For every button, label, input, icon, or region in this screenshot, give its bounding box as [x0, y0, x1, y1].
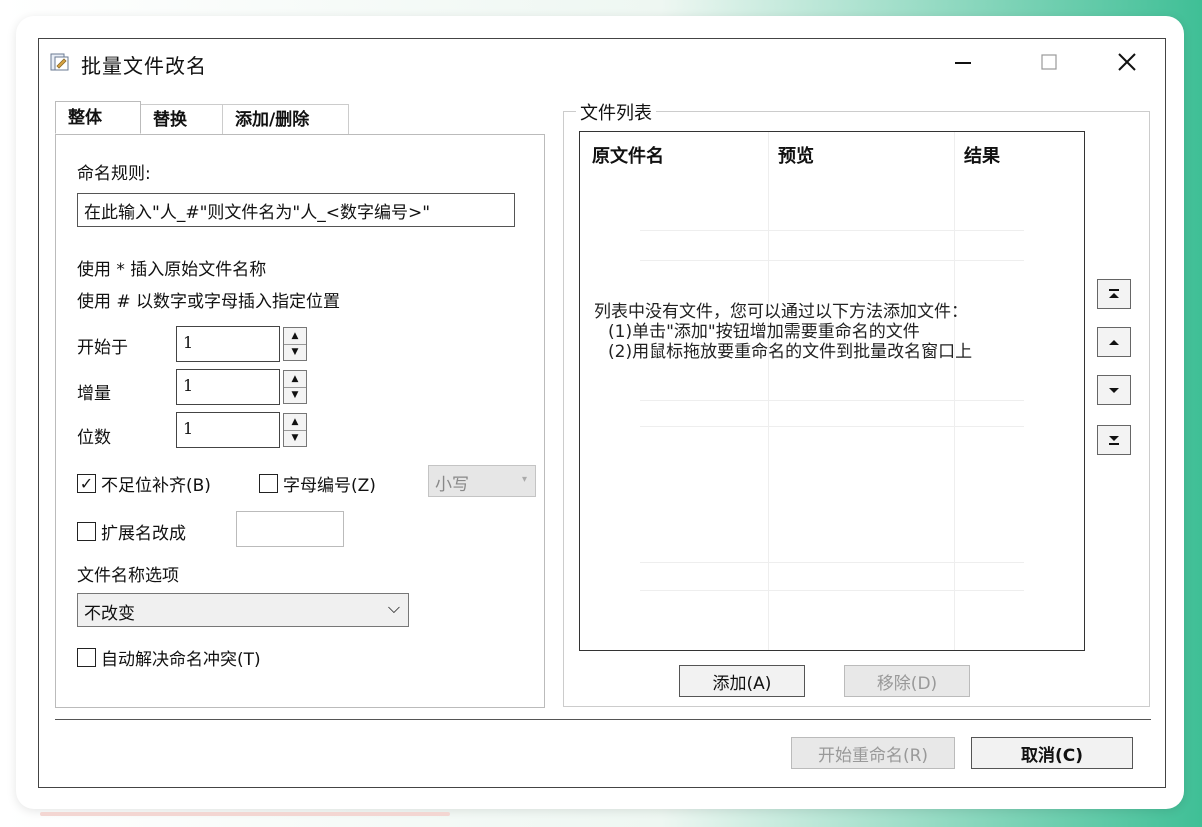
- column-header-result[interactable]: 结果: [964, 142, 1000, 168]
- row-gridline: [640, 590, 1024, 591]
- move-up-icon: [1109, 340, 1119, 345]
- chevron-down-icon: ▾: [521, 474, 527, 485]
- spin-up-icon[interactable]: ▲: [284, 328, 306, 345]
- move-down-icon: [1109, 388, 1119, 393]
- column-header-original-name[interactable]: 原文件名: [592, 142, 664, 168]
- empty-message-line: (1)单击"添加"按钮增加需要重命名的文件: [608, 322, 920, 342]
- title-bar[interactable]: 批量文件改名: [39, 39, 1165, 85]
- app-icon: [50, 53, 69, 71]
- checkbox-unchecked-icon: [77, 648, 96, 667]
- filename-option-value: 不改变: [84, 604, 135, 624]
- letter-case-combo: 小写 ▾: [428, 465, 536, 497]
- empty-message-line: (2)用鼠标拖放要重命名的文件到批量改名窗口上: [608, 342, 973, 362]
- start-label: 开始于: [77, 338, 128, 358]
- letter-numbering-checkbox[interactable]: 字母编号(Z): [259, 471, 376, 496]
- letter-case-value: 小写: [435, 475, 469, 495]
- batch-rename-dialog: 批量文件改名 整体 替换 添加/删除 命名规则: 在此输入"人_#"则文件名为"…: [38, 38, 1166, 788]
- step-input[interactable]: 1: [176, 369, 280, 405]
- column-header-preview[interactable]: 预览: [778, 142, 814, 168]
- start-input[interactable]: 1: [176, 326, 280, 362]
- move-down-button[interactable]: [1097, 375, 1131, 405]
- row-gridline: [640, 400, 1024, 401]
- pad-zeros-label: 不足位补齐(B): [101, 476, 211, 496]
- naming-rule-input[interactable]: 在此输入"人_#"则文件名为"人_<数字编号>": [77, 193, 515, 227]
- change-extension-label: 扩展名改成: [101, 524, 186, 544]
- add-button[interactable]: 添加(A): [679, 665, 805, 697]
- move-up-button[interactable]: [1097, 327, 1131, 357]
- cancel-button[interactable]: 取消(C): [971, 737, 1133, 769]
- digits-stepper[interactable]: ▲ ▼: [283, 413, 307, 447]
- footer-separator: [55, 719, 1151, 720]
- decorative-accent-bar: [40, 812, 450, 816]
- spin-down-icon[interactable]: ▼: [284, 344, 306, 360]
- maximize-icon: [1041, 54, 1057, 70]
- auto-resolve-label: 自动解决命名冲突(T): [101, 650, 261, 670]
- move-to-top-button[interactable]: [1097, 279, 1131, 309]
- checkbox-unchecked-icon: [77, 522, 96, 541]
- close-icon: [1118, 53, 1136, 71]
- start-rename-button: 开始重命名(R): [791, 737, 955, 769]
- digits-input[interactable]: 1: [176, 412, 280, 448]
- column-divider: [954, 132, 955, 650]
- change-extension-checkbox[interactable]: 扩展名改成: [77, 519, 186, 544]
- tab-replace[interactable]: 替换: [141, 104, 223, 134]
- naming-rule-label: 命名规则:: [77, 164, 151, 184]
- minimize-icon: [955, 62, 971, 64]
- empty-message-line: 列表中没有文件，您可以通过以下方法添加文件：: [594, 302, 968, 322]
- checkbox-checked-icon: ✓: [77, 474, 96, 493]
- spin-up-icon[interactable]: ▲: [284, 414, 306, 431]
- tab-overall[interactable]: 整体: [55, 101, 141, 134]
- window-title: 批量文件改名: [81, 54, 207, 78]
- spin-up-icon[interactable]: ▲: [284, 371, 306, 388]
- minimize-button[interactable]: [943, 45, 983, 79]
- pad-zeros-checkbox[interactable]: ✓ 不足位补齐(B): [77, 471, 211, 496]
- step-stepper[interactable]: ▲ ▼: [283, 370, 307, 404]
- row-gridline: [640, 260, 1024, 261]
- file-list-view[interactable]: 原文件名 预览 结果 列表中没有文件，您可以通过以下方法添加文件： (1)单击"…: [579, 131, 1085, 651]
- row-gridline: [640, 562, 1024, 563]
- move-to-bottom-button[interactable]: [1097, 425, 1131, 455]
- hint-insert-original-name: 使用 * 插入原始文件名称: [77, 260, 267, 280]
- filename-options-label: 文件名称选项: [77, 566, 179, 586]
- file-list-title: 文件列表: [576, 99, 656, 125]
- row-gridline: [640, 426, 1024, 427]
- empty-list-message: 列表中没有文件，您可以通过以下方法添加文件： (1)单击"添加"按钮增加需要重命…: [594, 302, 972, 362]
- spin-down-icon[interactable]: ▼: [284, 430, 306, 446]
- remove-button: 移除(D): [844, 665, 970, 697]
- tab-add-remove[interactable]: 添加/删除: [223, 104, 349, 134]
- filename-options-select[interactable]: 不改变 ⌵: [77, 593, 409, 627]
- checkbox-unchecked-icon: [259, 474, 278, 493]
- chevron-down-icon: ⌵: [387, 598, 400, 617]
- spin-down-icon[interactable]: ▼: [284, 387, 306, 403]
- move-bottom-icon: [1109, 436, 1119, 445]
- row-gridline: [640, 230, 1024, 231]
- extension-input[interactable]: [236, 511, 344, 547]
- step-label: 增量: [77, 384, 111, 404]
- auto-resolve-conflict-checkbox[interactable]: 自动解决命名冲突(T): [77, 645, 261, 670]
- move-top-icon: [1109, 289, 1119, 298]
- close-button[interactable]: [1107, 45, 1147, 79]
- digits-label: 位数: [77, 428, 111, 448]
- hint-insert-number: 使用 # 以数字或字母插入指定位置: [77, 292, 341, 312]
- maximize-button[interactable]: [1029, 45, 1069, 79]
- start-stepper[interactable]: ▲ ▼: [283, 327, 307, 361]
- column-divider: [768, 132, 769, 650]
- letter-numbering-label: 字母编号(Z): [283, 476, 376, 496]
